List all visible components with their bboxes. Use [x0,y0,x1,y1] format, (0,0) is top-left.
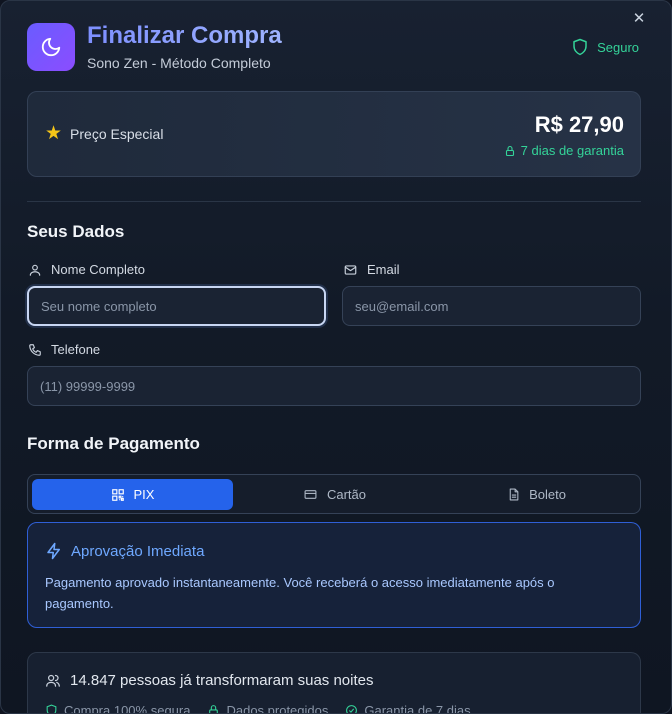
price-label: ★ Preço Especial [45,123,164,144]
badge-guarantee: Garantia de 7 dias [345,703,471,713]
payment-tabs: PIX Cartão Boleto [27,474,641,514]
pix-info-box: Aprovação Imediata Pagamento aprovado in… [27,522,641,628]
star-icon: ★ [45,123,63,144]
lock-icon [505,145,514,156]
qr-code-icon [111,488,124,501]
badge-protected: Dados protegidos [207,703,328,713]
price-value: R$ 27,90 [534,112,624,137]
check-circle-icon [346,705,358,713]
header: Finalizar Compra Sono Zen - Método Compl… [27,23,282,71]
price-card: ★ Preço Especial R$ 27,90 7 dias de gara… [27,91,641,177]
mail-icon [344,264,357,275]
phone-input[interactable] [27,366,641,406]
secure-label: Seguro [597,39,639,55]
trust-badges: Compra 100% segura Dados protegidos Gara… [45,703,488,713]
lightning-icon [47,542,60,560]
credit-card-icon [304,490,317,499]
guarantee-badge: 7 dias de garantia [504,143,624,158]
user-icon [29,264,41,276]
badge-secure: Compra 100% segura [45,703,190,713]
document-icon [509,488,519,501]
price-label-text: Preço Especial [70,126,164,142]
tab-pix[interactable]: PIX [32,479,233,510]
name-input[interactable] [27,286,326,326]
phone-icon [29,343,41,356]
users-icon [46,674,60,687]
email-input[interactable] [342,286,641,326]
info-title: Aprovação Imediata [45,542,204,560]
email-label: Email [343,262,400,277]
tab-boleto[interactable]: Boleto [436,479,637,510]
payment-title: Forma de Pagamento [27,434,200,453]
divider [27,201,641,202]
social-headline: 14.847 pessoas já transformaram suas noi… [45,672,374,689]
social-proof-card: 14.847 pessoas já transformaram suas noi… [27,652,641,713]
phone-label: Telefone [28,342,100,357]
page-title: Finalizar Compra [87,22,282,49]
tab-cartao[interactable]: Cartão [234,479,435,510]
info-text: Pagamento aprovado instantaneamente. Voc… [45,575,555,611]
personal-data-title: Seus Dados [27,222,125,241]
shield-icon [46,704,57,713]
moon-icon [27,23,75,71]
name-label: Nome Completo [28,262,145,277]
shield-icon [573,38,587,56]
guarantee-text: 7 dias de garantia [520,143,624,158]
lock-icon [209,705,219,713]
secure-badge: Seguro [571,38,639,56]
checkout-modal: ✕ Finalizar Compra Sono Zen - Método Com… [0,0,672,714]
close-icon[interactable]: ✕ [631,11,647,27]
product-subtitle: Sono Zen - Método Completo [87,55,271,71]
